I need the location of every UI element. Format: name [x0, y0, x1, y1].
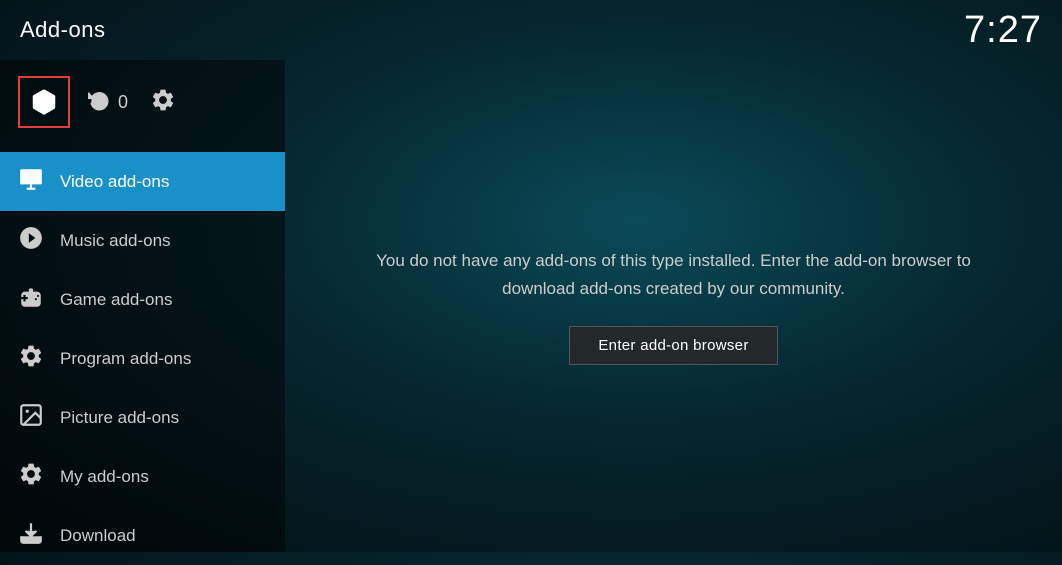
download-icon: [18, 520, 44, 551]
music-icon: [18, 225, 44, 256]
program-icon: [18, 343, 44, 374]
sidebar-item-music-addons[interactable]: Music add-ons: [0, 211, 285, 270]
game-icon: [18, 284, 44, 315]
enter-addon-browser-button[interactable]: Enter add-on browser: [569, 326, 777, 365]
picture-icon: [18, 402, 44, 433]
refresh-area[interactable]: 0: [88, 89, 128, 116]
sidebar-item-label-music: Music add-ons: [60, 231, 171, 251]
sidebar: 0 Video add-ons Music add-ons: [0, 60, 285, 552]
sidebar-item-picture-addons[interactable]: Picture add-ons: [0, 388, 285, 447]
sidebar-item-label-game: Game add-ons: [60, 290, 172, 310]
video-icon: [18, 166, 44, 197]
sidebar-item-program-addons[interactable]: Program add-ons: [0, 329, 285, 388]
header: Add-ons 7:27: [0, 0, 1062, 60]
clock: 7:27: [964, 9, 1042, 52]
sidebar-item-label-download: Download: [60, 526, 136, 546]
sidebar-item-video-addons[interactable]: Video add-ons: [0, 152, 285, 211]
sidebar-item-label-video: Video add-ons: [60, 172, 169, 192]
sidebar-item-my-addons[interactable]: My add-ons: [0, 447, 285, 506]
sidebar-item-download[interactable]: Download: [0, 506, 285, 565]
sidebar-item-label-my-addons: My add-ons: [60, 467, 149, 487]
page-title: Add-ons: [20, 17, 105, 43]
sidebar-icons-row: 0: [0, 60, 285, 144]
addon-box-icon[interactable]: [18, 76, 70, 128]
sidebar-item-label-picture: Picture add-ons: [60, 408, 179, 428]
refresh-icon: [88, 89, 110, 116]
refresh-count: 0: [118, 92, 128, 113]
my-addons-icon: [18, 461, 44, 492]
settings-icon[interactable]: [150, 87, 176, 118]
empty-state-message: You do not have any add-ons of this type…: [374, 247, 974, 301]
sidebar-item-game-addons[interactable]: Game add-ons: [0, 270, 285, 329]
sidebar-item-label-program: Program add-ons: [60, 349, 191, 369]
main-content: You do not have any add-ons of this type…: [285, 60, 1062, 552]
